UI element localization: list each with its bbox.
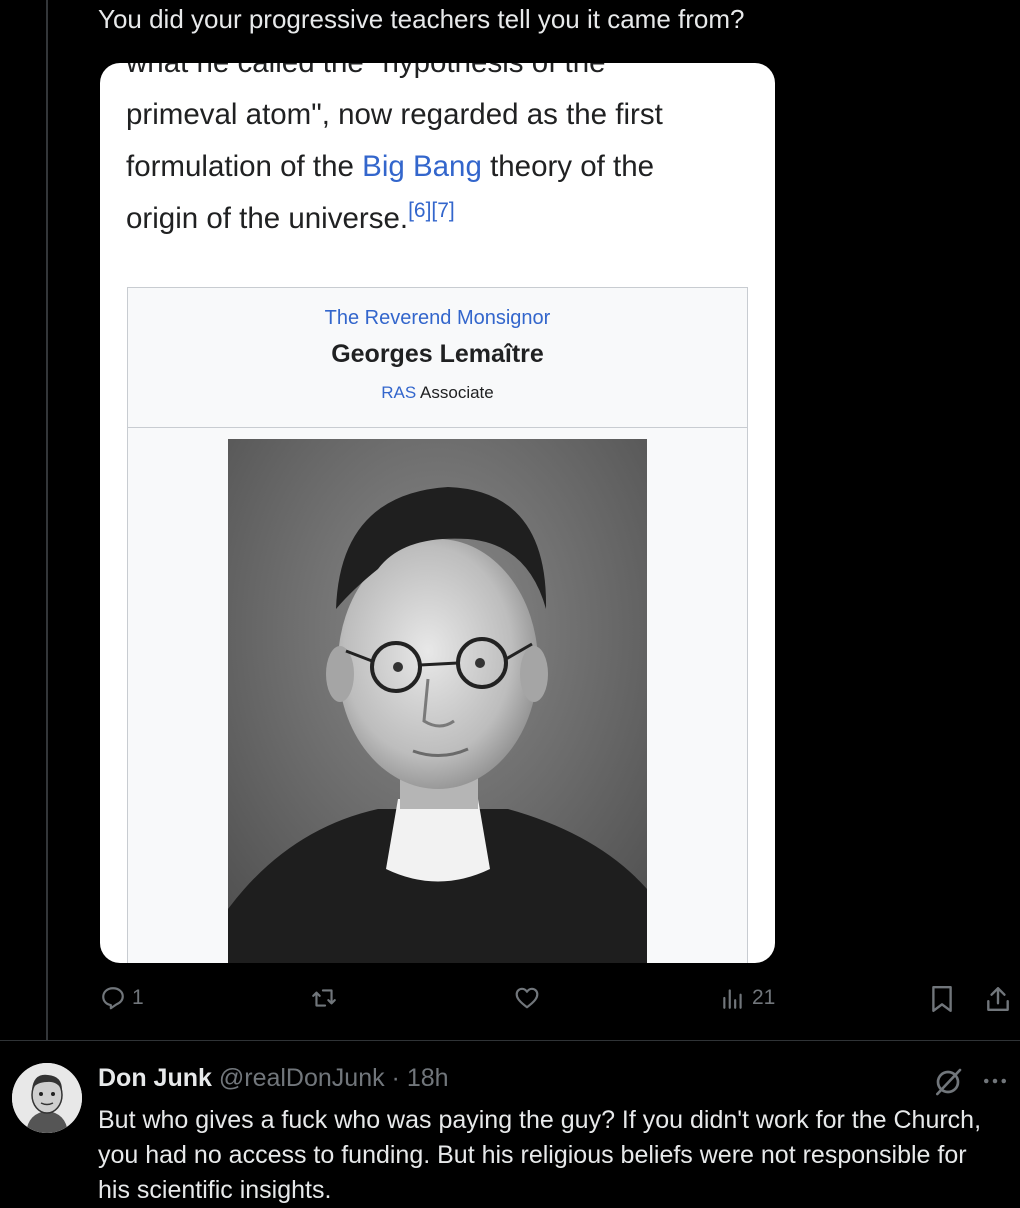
avatar[interactable] — [12, 1063, 82, 1133]
like-button[interactable] — [513, 985, 547, 1011]
wiki-line: formulation of the Big Bang theory of th… — [126, 150, 655, 183]
repost-button[interactable] — [310, 985, 344, 1011]
wiki-line-cut: what he called the "hypothesis of the — [126, 63, 766, 89]
more-icon — [984, 1078, 1006, 1084]
reply-count: 1 — [132, 986, 144, 1009]
infobox-header: The Reverend Monsignor Georges Lemaître … — [128, 288, 747, 428]
reply-display-name[interactable]: Don Junk — [98, 1064, 212, 1092]
views-count: 21 — [752, 986, 776, 1009]
wiki-line: primeval atom", now regarded as the firs… — [126, 98, 663, 131]
grok-icon — [936, 1068, 962, 1096]
post-divider — [0, 1040, 1020, 1041]
wiki-line: origin of the universe.[6][7] — [126, 199, 455, 235]
reply-timestamp[interactable]: 18h — [407, 1064, 449, 1092]
bookmark-button[interactable] — [930, 985, 954, 1013]
reply-button[interactable]: 1 — [100, 985, 144, 1011]
reply-separator: · — [384, 1064, 407, 1092]
citation-refs: [6][7] — [408, 199, 455, 223]
big-bang-link: Big Bang — [362, 150, 482, 183]
infobox-honorific: The Reverend Monsignor — [324, 307, 551, 329]
wiki-paragraph: what he called the "hypothesis of the pr… — [126, 63, 766, 245]
reply-header: Don Junk @realDonJunk · 18h — [98, 1064, 449, 1093]
infobox-post: RAS Associate — [381, 383, 494, 402]
bookmark-icon — [932, 985, 952, 1013]
portrait-photo — [228, 439, 647, 963]
infobox: The Reverend Monsignor Georges Lemaître … — [127, 287, 748, 963]
infobox-name: Georges Lemaître — [331, 340, 544, 368]
repost-icon — [312, 989, 336, 1007]
reply-handle[interactable]: @realDonJunk — [219, 1064, 385, 1092]
reply-icon — [102, 987, 124, 1010]
share-icon — [987, 987, 1009, 1011]
more-button[interactable] — [980, 1066, 1010, 1101]
views-button[interactable]: 21 — [720, 985, 775, 1011]
reply-text: But who gives a fuck who was paying the … — [98, 1106, 982, 1204]
ras-link: RAS — [381, 383, 417, 402]
grok-button[interactable] — [932, 1066, 964, 1103]
like-icon — [515, 987, 539, 1009]
media-card[interactable]: what he called the "hypothesis of the pr… — [100, 63, 775, 963]
views-icon — [723, 989, 742, 1009]
thread-line — [46, 0, 48, 1040]
action-bar: 1 21 — [0, 985, 1020, 1025]
post-text: You did your progressive teachers tell y… — [98, 4, 745, 34]
share-button[interactable] — [985, 985, 1011, 1013]
